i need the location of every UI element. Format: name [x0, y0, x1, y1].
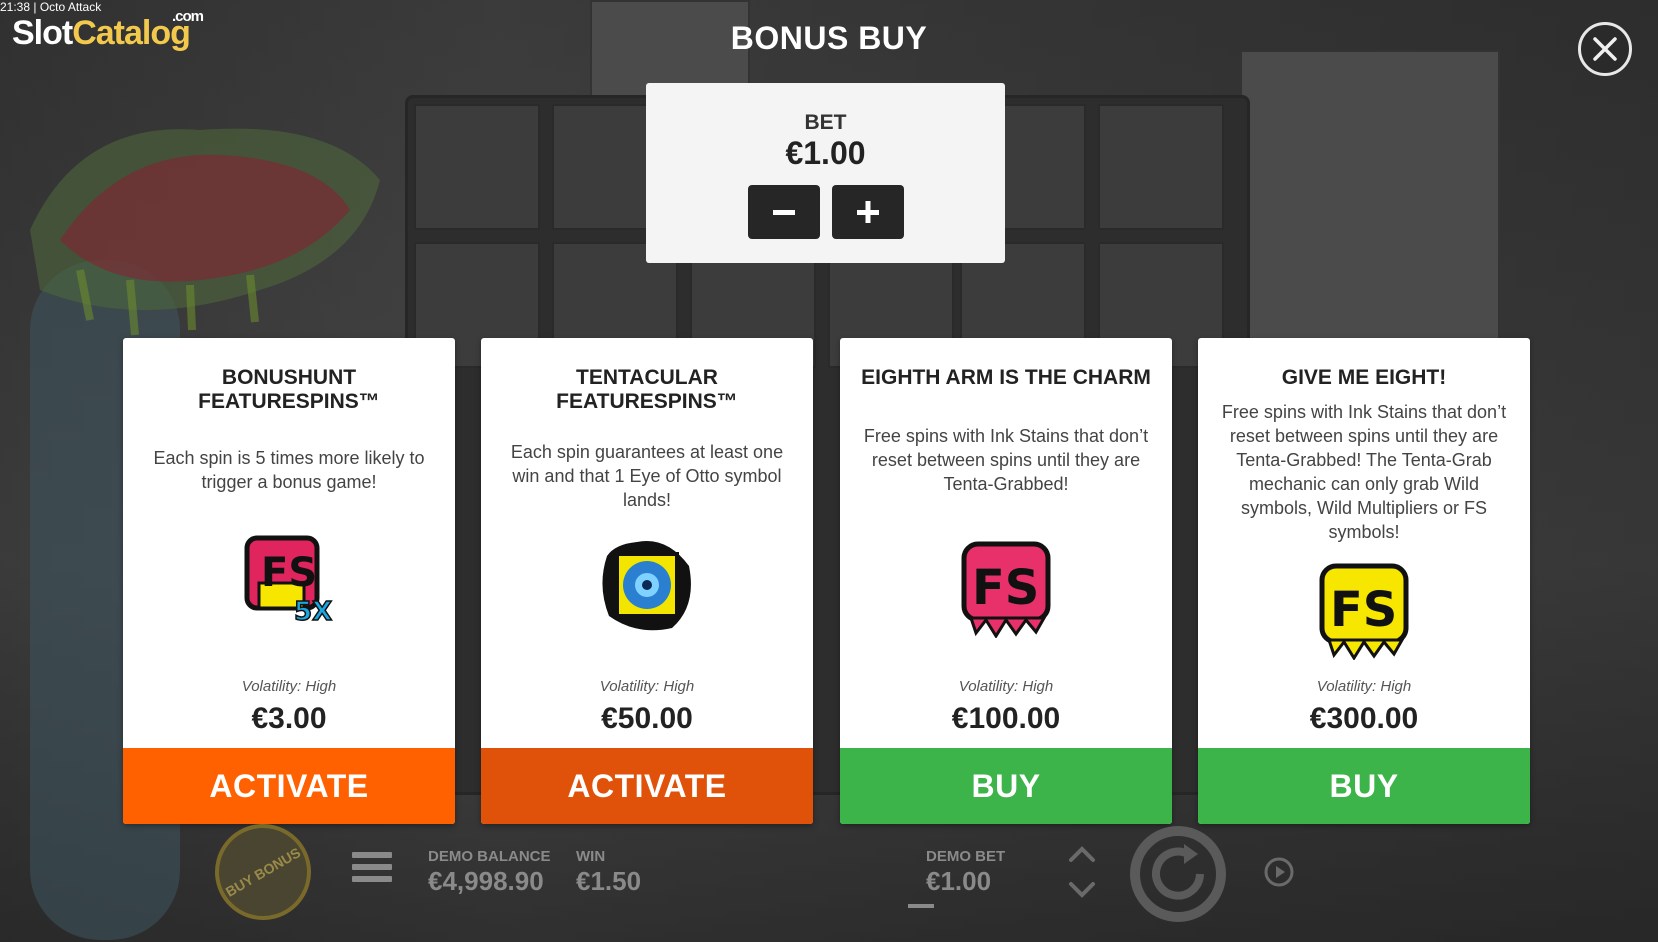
fs-pink-icon: FS [961, 541, 1051, 638]
clock-text: 21:38 [0, 0, 31, 14]
activate-button[interactable]: ACTIVATE [123, 748, 455, 824]
decrease-bet-button[interactable] [747, 185, 820, 239]
bet-label: BET [804, 111, 847, 134]
close-icon [1593, 37, 1617, 61]
card-price: €300.00 [1309, 702, 1419, 735]
card-volatility: Volatility: High [599, 678, 695, 695]
fs-5x-icon: FS 5X [244, 535, 333, 628]
increase-bet-button[interactable] [831, 185, 904, 239]
card-title: GIVE ME EIGHT! [1281, 366, 1447, 389]
card-volatility: Volatility: High [1316, 678, 1412, 695]
demo-balance-value: €4,998.90 [428, 866, 544, 896]
svg-text:FS: FS [261, 550, 317, 596]
close-button[interactable] [1578, 22, 1632, 76]
bonus-card-eighth-arm: EIGHTH ARM IS THE CHARM Free spins with … [840, 338, 1172, 824]
bet-indicator [908, 904, 934, 908]
spin-button[interactable] [1130, 826, 1226, 922]
eye-of-otto-icon [602, 541, 691, 631]
fs-yellow-icon: FS [1319, 563, 1409, 660]
octo-attack-logo [30, 128, 380, 336]
bet-panel: BET €1.00 [646, 83, 1005, 263]
svg-text:5X: 5X [294, 597, 332, 627]
card-price: €3.00 [251, 702, 327, 735]
card-description: Each spin guarantees at least one win an… [510, 442, 784, 510]
win-value: €1.50 [576, 866, 642, 896]
plus-icon [856, 201, 879, 223]
card-title: BONUSHUNT FEATURESPINS™ [198, 366, 380, 413]
reel-cell [1098, 104, 1224, 230]
menu-icon[interactable] [352, 852, 392, 886]
bet-up-arrow-icon[interactable] [1068, 844, 1096, 864]
bet-value: €1.00 [785, 135, 866, 171]
card-title: TENTACULAR FEATURESPINS™ [556, 366, 738, 413]
reel-cell [414, 104, 540, 230]
bet-down-arrow-icon[interactable] [1068, 880, 1096, 900]
win-label: WIN [576, 848, 606, 865]
card-price: €50.00 [601, 702, 693, 735]
dialog-title: BONUS BUY [730, 20, 928, 56]
card-volatility: Volatility: High [958, 678, 1054, 695]
bet-controls [646, 185, 1005, 239]
card-description: Free spins with Ink Stains that don’t re… [1221, 402, 1507, 542]
card-description: Free spins with Ink Stains that don’t re… [863, 426, 1149, 494]
bonus-card-tentacular: TENTACULAR FEATURESPINS™ Each spin guara… [481, 338, 813, 824]
card-description: Each spin is 5 times more likely to trig… [153, 448, 425, 492]
card-price: €100.00 [951, 702, 1061, 735]
minus-icon [772, 210, 795, 215]
svg-text:FS: FS [1330, 582, 1397, 638]
demo-balance-label: DEMO BALANCE [428, 848, 551, 865]
bonus-card-bonushunt: BONUSHUNT FEATURESPINS™ Each spin is 5 t… [123, 338, 455, 824]
status-clock: 21:38 | Octo Attack [0, 0, 101, 14]
window-title: Octo Attack [39, 0, 102, 14]
buy-button[interactable]: BUY [1198, 748, 1530, 824]
demo-bet-label: DEMO BET [926, 848, 1006, 865]
buy-button[interactable]: BUY [840, 748, 1172, 824]
spin-arrow-icon [1152, 844, 1204, 900]
demo-bet-value: €1.00 [926, 866, 992, 896]
card-volatility: Volatility: High [241, 678, 337, 695]
activate-button[interactable]: ACTIVATE [481, 748, 813, 824]
autoplay-icon[interactable] [1262, 855, 1296, 889]
card-title: EIGHTH ARM IS THE CHARM [861, 366, 1151, 389]
svg-text:FS: FS [972, 560, 1039, 616]
bonus-card-give-me-eight: GIVE ME EIGHT! Free spins with Ink Stain… [1198, 338, 1530, 824]
